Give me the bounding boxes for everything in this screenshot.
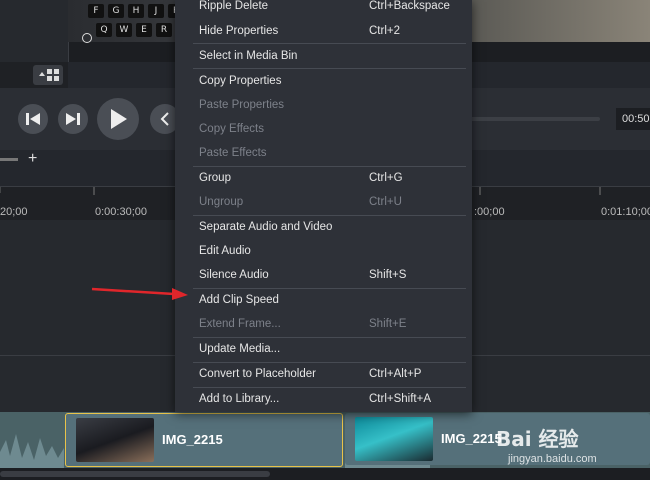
menu-item-label: Paste Effects (199, 147, 267, 159)
menu-item-convert-to-placeholder[interactable]: Convert to Placeholder Ctrl+Alt+P (175, 364, 472, 386)
watermark-url: jingyan.baidu.com (508, 453, 597, 465)
menu-separator (193, 166, 466, 167)
keyboard-key: R (156, 23, 172, 37)
canvas-resize-handle[interactable] (82, 33, 92, 43)
timeline-clip-selected[interactable]: IMG_2215 (65, 413, 343, 467)
menu-item-shortcut: Ctrl+Shift+A (369, 393, 431, 405)
keyboard-key: H (128, 4, 144, 18)
clip-label: IMG_2215 (162, 432, 223, 447)
menu-item-label: Separate Audio and Video (199, 221, 333, 233)
menu-item-label: Add to Library... (199, 393, 280, 405)
menu-item-label: Group (199, 172, 231, 184)
canvas-preview-right (472, 0, 650, 42)
play-button[interactable] (97, 98, 139, 140)
menu-item-label: Copy Properties (199, 75, 282, 87)
menu-item-label: Add Clip Speed (199, 294, 279, 306)
menu-item-copy-properties[interactable]: Copy Properties (175, 71, 472, 93)
menu-item-shortcut: Shift+E (369, 318, 407, 330)
menu-item-shortcut: Ctrl+U (369, 196, 402, 208)
menu-item-extend-frame[interactable]: Extend Frame... Shift+E (175, 314, 472, 336)
menu-item-label: Paste Properties (199, 99, 285, 111)
watermark-logo: Bai 经验 (496, 427, 579, 451)
menu-item-separate-audio-video[interactable]: Separate Audio and Video (175, 217, 472, 239)
ruler-tick-label: 0:00:30;00 (95, 206, 147, 218)
time-display: 00:50 (616, 108, 650, 130)
menu-separator (193, 43, 466, 44)
menu-item-silence-audio[interactable]: Silence Audio Shift+S (175, 265, 472, 287)
step-back-icon (26, 113, 40, 125)
menu-item-shortcut: Ctrl+Alt+P (369, 368, 422, 380)
view-toggle-button[interactable] (33, 65, 63, 85)
keyboard-key: E (136, 23, 152, 37)
menu-item-label: Select in Media Bin (199, 50, 298, 62)
keyboard-key: F (88, 4, 104, 18)
watermark: Bai 经验 jingyan.baidu.com (496, 423, 646, 473)
menu-item-label: Edit Audio (199, 245, 251, 257)
play-icon (111, 109, 127, 129)
menu-item-shortcut: Ctrl+2 (369, 25, 400, 37)
keyboard-key: G (108, 4, 124, 18)
menu-separator (193, 215, 466, 216)
menu-item-add-to-library[interactable]: Add to Library... Ctrl+Shift+A (175, 389, 472, 411)
step-back-button[interactable] (18, 104, 48, 134)
menu-item-group[interactable]: Group Ctrl+G (175, 168, 472, 190)
zoom-in-button[interactable]: + (28, 150, 37, 168)
menu-item-label: Ungroup (199, 196, 244, 208)
timeline-scrollbar[interactable] (0, 471, 270, 477)
media-panel (0, 0, 69, 62)
menu-separator (193, 362, 466, 363)
menu-separator (193, 288, 466, 289)
annotation-arrow-icon (91, 287, 188, 300)
menu-item-shortcut: Ctrl+G (369, 172, 403, 184)
menu-item-label: Convert to Placeholder (199, 368, 316, 380)
scrub-bar[interactable] (470, 117, 600, 121)
grid-view-icon (39, 69, 59, 81)
menu-item-label: Copy Effects (199, 123, 264, 135)
menu-item-update-media[interactable]: Update Media... (175, 339, 472, 361)
ruler-tick-label: 20;00 (0, 206, 28, 218)
menu-item-edit-audio[interactable]: Edit Audio (175, 241, 472, 263)
keyboard-key: Q (96, 23, 112, 37)
ruler-tick-label: 0:01:10;00 (601, 206, 650, 218)
step-forward-icon (66, 113, 80, 125)
clip-thumbnail (355, 417, 433, 461)
menu-item-ungroup[interactable]: Ungroup Ctrl+U (175, 192, 472, 214)
clip-label: IMG_2215 (441, 431, 502, 446)
menu-item-shortcut: Shift+S (369, 269, 407, 281)
ruler-tick-label: :00;00 (474, 206, 505, 218)
menu-item-label: Ripple Delete (199, 0, 269, 12)
menu-item-hide-properties[interactable]: Hide Properties Ctrl+2 (175, 21, 472, 43)
menu-item-select-in-media-bin[interactable]: Select in Media Bin (175, 46, 472, 68)
context-menu: Ripple Delete Ctrl+Backspace Hide Proper… (175, 0, 472, 412)
menu-item-ripple-delete[interactable]: Ripple Delete Ctrl+Backspace (175, 0, 472, 18)
menu-item-label: Silence Audio (199, 269, 269, 281)
menu-separator (193, 337, 466, 338)
menu-item-copy-effects[interactable]: Copy Effects (175, 119, 472, 141)
keyboard-key: W (116, 23, 132, 37)
menu-item-label: Hide Properties (199, 25, 279, 37)
zoom-slider[interactable] (0, 158, 18, 161)
menu-separator (193, 68, 466, 69)
menu-item-paste-properties[interactable]: Paste Properties (175, 95, 472, 117)
menu-item-shortcut: Ctrl+Backspace (369, 0, 450, 12)
menu-item-label: Update Media... (199, 343, 281, 355)
menu-item-add-clip-speed[interactable]: Add Clip Speed (175, 290, 472, 312)
step-forward-button[interactable] (58, 104, 88, 134)
menu-item-paste-effects[interactable]: Paste Effects (175, 143, 472, 165)
keyboard-key: J (148, 4, 164, 18)
menu-item-label: Extend Frame... (199, 318, 281, 330)
chevron-left-icon (160, 112, 169, 126)
clip-thumbnail (76, 418, 154, 462)
menu-separator (193, 387, 466, 388)
